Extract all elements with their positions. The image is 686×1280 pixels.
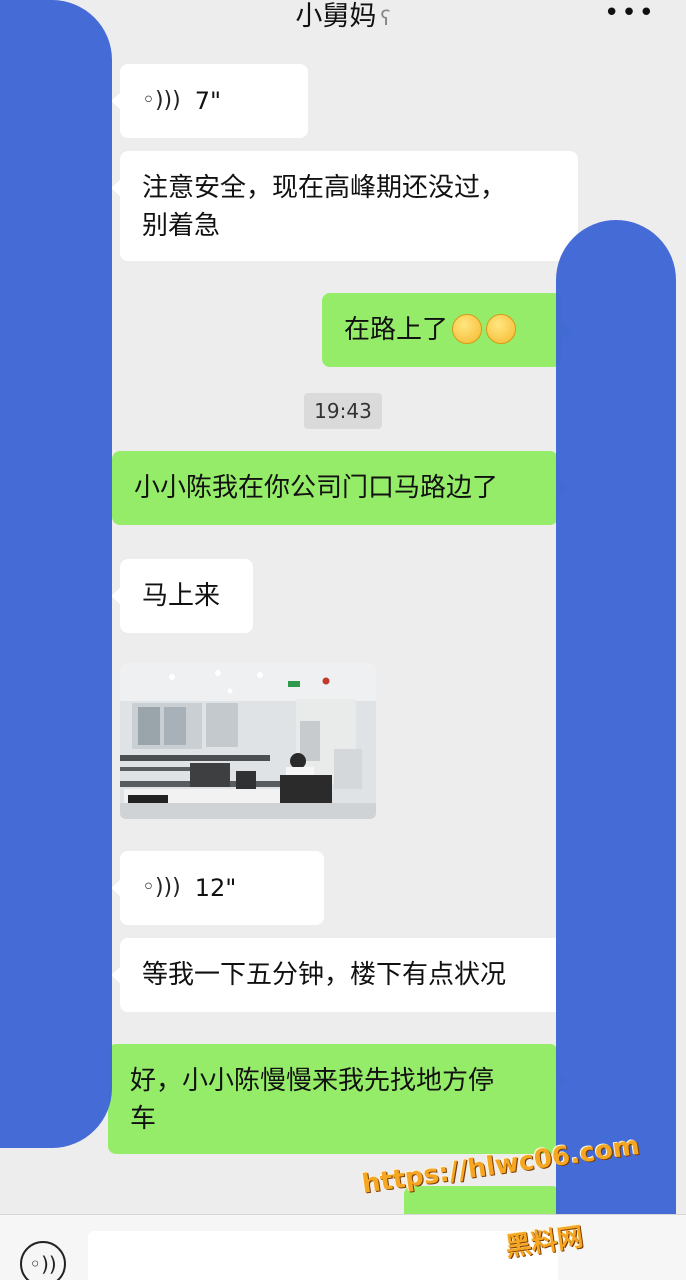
smiling-face-icon — [486, 313, 517, 344]
message-line: 车 — [130, 1104, 157, 1134]
text-message: 注意安全，现在高峰期还没过， 别着急 — [111, 151, 578, 261]
voice-message[interactable]: ◦))) 12" — [111, 851, 324, 925]
text-message: 好，小小陈慢慢来我先找地方停 车 — [108, 1044, 567, 1154]
message-text: 小小陈我在你公司门口马路边了 — [134, 473, 499, 503]
contact-name: 小舅妈 — [295, 1, 377, 32]
voice-input-icon[interactable]: ◦)) — [20, 1241, 66, 1280]
voice-wave-icon: ◦))) — [142, 88, 181, 113]
voice-duration: 12" — [194, 874, 237, 902]
ear-icon: ʕ — [380, 6, 391, 30]
message-text: 马上来 — [142, 581, 221, 611]
image-message[interactable] — [120, 663, 376, 819]
redaction-smear-right — [556, 220, 676, 1280]
message-timestamp: 19:43 — [304, 393, 382, 429]
redaction-smear-left — [0, 0, 112, 1148]
text-message: 在路上了 — [322, 293, 571, 367]
message-line: 好，小小陈慢慢来我先找地方停 — [130, 1066, 495, 1096]
text-message: 马上来 — [111, 559, 253, 633]
message-input[interactable] — [88, 1231, 558, 1280]
text-message: 小小陈我在你公司门口马路边了 — [112, 451, 567, 525]
office-photo — [120, 663, 376, 819]
voice-message[interactable]: ◦))) 7" — [111, 64, 308, 138]
voice-wave-icon: ◦))) — [142, 875, 181, 900]
message-line: 注意安全，现在高峰期还没过， — [142, 173, 507, 203]
text-message: 等我一下五分钟，楼下有点状况 — [111, 938, 576, 1012]
message-line: 别着急 — [142, 211, 221, 241]
message-text: 在路上了 — [344, 315, 449, 345]
more-icon[interactable]: ••• — [604, 0, 656, 30]
message-text: 等我一下五分钟，楼下有点状况 — [142, 960, 507, 990]
voice-duration: 7" — [194, 87, 222, 115]
smiling-face-icon — [452, 313, 483, 344]
